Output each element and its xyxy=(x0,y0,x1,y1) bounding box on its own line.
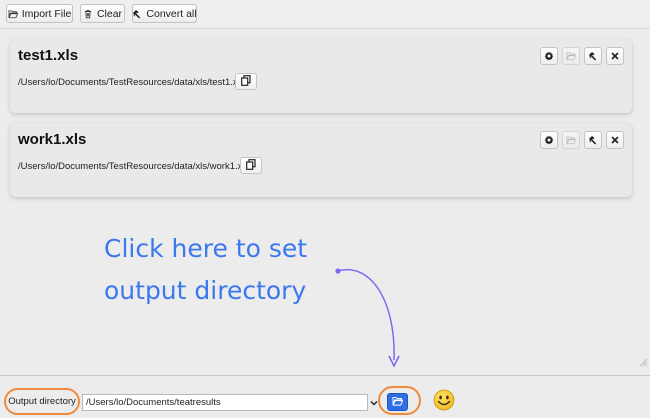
convert-all-button[interactable]: Convert all xyxy=(132,4,197,23)
file-path: /Users/lo/Documents/TestResources/data/x… xyxy=(18,161,250,172)
output-directory-input[interactable] xyxy=(82,394,368,411)
browse-output-button[interactable] xyxy=(387,393,408,411)
copy-icon xyxy=(246,158,256,173)
close-icon xyxy=(610,51,620,61)
trash-icon xyxy=(83,9,93,19)
settings-button[interactable] xyxy=(540,131,558,149)
gear-icon xyxy=(544,51,554,61)
hammer-icon xyxy=(588,51,598,61)
annotation-line: Click here to set xyxy=(104,234,308,263)
remove-file-button[interactable] xyxy=(606,131,624,149)
convert-file-button[interactable] xyxy=(584,47,602,65)
smiley-face-icon xyxy=(433,389,455,411)
copy-path-button[interactable] xyxy=(240,157,262,174)
open-folder-button[interactable] xyxy=(562,47,580,65)
chevron-down-icon xyxy=(370,397,378,409)
convert-all-label: Convert all xyxy=(146,7,197,20)
output-label-highlight: Output directory xyxy=(4,388,80,415)
toolbar: Import File Clear Convert all xyxy=(0,0,650,29)
import-file-button[interactable]: Import File xyxy=(6,4,73,23)
file-name: work1.xls xyxy=(18,131,87,148)
hammer-icon xyxy=(132,9,142,19)
file-actions xyxy=(540,131,624,149)
copy-path-button[interactable] xyxy=(235,73,257,90)
folder-open-icon xyxy=(566,51,576,61)
close-icon xyxy=(610,135,620,145)
copy-icon xyxy=(241,74,251,89)
remove-file-button[interactable] xyxy=(606,47,624,65)
output-bar: Output directory xyxy=(0,375,650,418)
convert-file-button[interactable] xyxy=(584,131,602,149)
file-card: test1.xls /Users/lo/Documents/TestResour… xyxy=(10,39,632,113)
file-name: test1.xls xyxy=(18,47,79,64)
gear-icon xyxy=(544,135,554,145)
file-card: work1.xls /Users/lo/Documents/TestResour… xyxy=(10,123,632,197)
import-file-label: Import File xyxy=(21,7,72,20)
clear-button[interactable]: Clear xyxy=(80,4,125,23)
file-path: /Users/lo/Documents/TestResources/data/x… xyxy=(18,77,245,88)
resize-grip[interactable] xyxy=(639,358,648,367)
open-folder-button[interactable] xyxy=(562,131,580,149)
annotation-text: Click here to set output directory xyxy=(104,228,364,312)
clear-label: Clear xyxy=(96,7,123,20)
hammer-icon xyxy=(588,135,598,145)
settings-button[interactable] xyxy=(540,47,558,65)
folder-open-icon xyxy=(7,9,18,19)
folder-open-icon xyxy=(392,396,404,409)
output-directory-label: Output directory xyxy=(8,396,76,407)
file-actions xyxy=(540,47,624,65)
annotation-line: output directory xyxy=(104,276,307,305)
folder-open-icon xyxy=(566,135,576,145)
